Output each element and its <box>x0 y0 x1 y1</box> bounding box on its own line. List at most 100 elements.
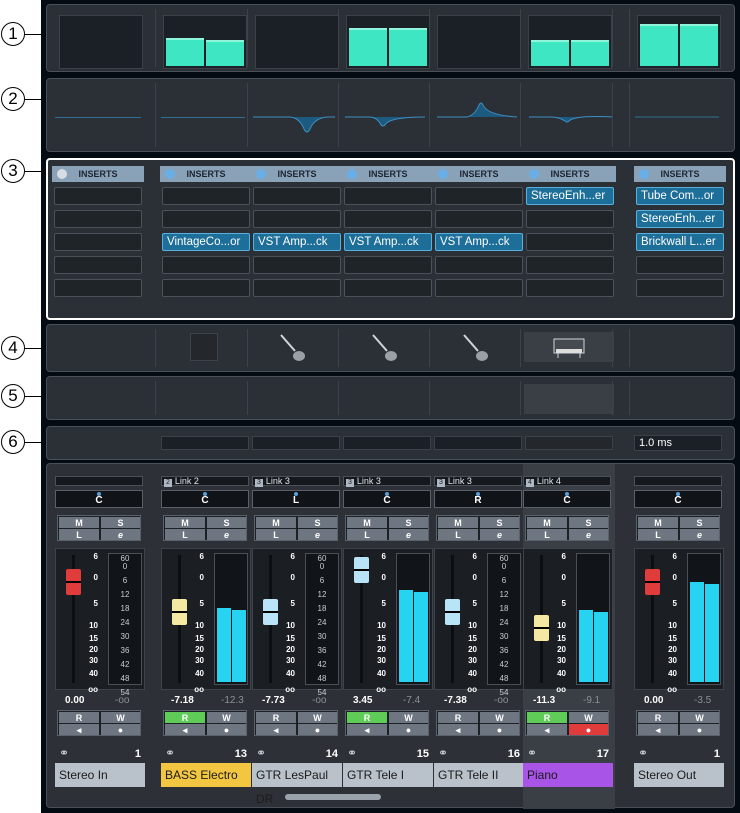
insert-plugin-slot[interactable]: StereoEnh...er <box>526 187 614 205</box>
mute-button[interactable]: M <box>256 517 296 528</box>
inserts-bypass-icon[interactable] <box>639 169 649 179</box>
insert-empty-slot[interactable] <box>344 279 432 297</box>
read-automation-button[interactable]: R <box>256 712 296 723</box>
insert-plugin-slot[interactable]: VST Amp...ck <box>253 233 341 251</box>
listen-button[interactable]: L <box>347 529 387 540</box>
read-automation-button[interactable]: R <box>59 712 99 723</box>
record-enable-button[interactable]: ● <box>569 724 608 735</box>
inserts-header[interactable]: INSERTS <box>251 166 343 182</box>
inserts-bypass-icon[interactable] <box>347 169 357 179</box>
record-enable-button[interactable]: ● <box>298 724 337 735</box>
channel-name[interactable]: Stereo In <box>55 763 145 787</box>
inserts-header[interactable]: INSERTS <box>433 166 525 182</box>
link-group-bar[interactable]: 3 Link 3 <box>343 476 431 487</box>
record-enable-button[interactable]: ● <box>480 724 519 735</box>
insert-plugin-slot[interactable]: VST Amp...ck <box>344 233 432 251</box>
inserts-bypass-icon[interactable] <box>256 169 266 179</box>
solo-button[interactable]: S <box>680 517 719 528</box>
volume-value[interactable]: 3.45 <box>353 695 372 706</box>
link-group-bar[interactable]: 3 Link 3 <box>252 476 340 487</box>
peak-value[interactable]: -7.4 <box>403 695 420 706</box>
insert-plugin-slot[interactable]: Brickwall L...er <box>636 233 724 251</box>
edit-channel-button[interactable]: e <box>298 529 337 540</box>
volume-value[interactable]: -7.38 <box>444 695 467 706</box>
insert-empty-slot[interactable] <box>435 279 523 297</box>
write-automation-button[interactable]: W <box>101 712 140 723</box>
insert-empty-slot[interactable] <box>54 256 142 274</box>
mute-button[interactable]: M <box>527 517 567 528</box>
mute-button[interactable]: M <box>347 517 387 528</box>
edit-channel-button[interactable]: e <box>207 529 246 540</box>
volume-value[interactable]: 0.00 <box>644 695 663 706</box>
link-group-bar[interactable]: 4 Link 4 <box>523 476 611 487</box>
monitor-button[interactable]: ◂ <box>438 724 478 735</box>
read-automation-button[interactable]: R <box>527 712 567 723</box>
link-group-bar[interactable] <box>634 476 722 486</box>
inserts-bypass-icon[interactable] <box>57 169 67 179</box>
pan-control[interactable]: C <box>343 490 431 508</box>
solo-button[interactable]: S <box>569 517 608 528</box>
write-automation-button[interactable]: W <box>569 712 608 723</box>
mute-button[interactable]: M <box>638 517 678 528</box>
listen-button[interactable]: L <box>165 529 205 540</box>
channel-name[interactable]: Stereo Out <box>634 763 724 787</box>
insert-empty-slot[interactable] <box>162 279 250 297</box>
read-automation-button[interactable]: R <box>638 712 678 723</box>
insert-empty-slot[interactable] <box>526 233 614 251</box>
insert-empty-slot[interactable] <box>526 210 614 228</box>
pan-control[interactable]: C <box>161 490 249 508</box>
insert-empty-slot[interactable] <box>162 210 250 228</box>
insert-plugin-slot[interactable]: StereoEnh...er <box>636 210 724 228</box>
insert-empty-slot[interactable] <box>253 256 341 274</box>
read-automation-button[interactable]: R <box>438 712 478 723</box>
solo-button[interactable]: S <box>101 517 140 528</box>
volume-fader-handle[interactable] <box>645 569 660 595</box>
read-automation-button[interactable]: R <box>165 712 205 723</box>
solo-button[interactable]: S <box>207 517 246 528</box>
write-automation-button[interactable]: W <box>480 712 519 723</box>
monitor-button[interactable]: ◂ <box>527 724 567 735</box>
insert-empty-slot[interactable] <box>435 187 523 205</box>
listen-button[interactable]: L <box>256 529 296 540</box>
pan-control[interactable]: C <box>523 490 611 508</box>
mute-button[interactable]: M <box>165 517 205 528</box>
channel-name[interactable]: GTR Tele II <box>434 763 524 787</box>
link-group-bar[interactable]: 3 Link 3 <box>434 476 522 487</box>
record-enable-button[interactable]: ● <box>101 724 140 735</box>
volume-value[interactable]: -11.3 <box>533 695 555 706</box>
solo-button[interactable]: S <box>480 517 519 528</box>
monitor-button[interactable]: ◂ <box>59 724 99 735</box>
insert-empty-slot[interactable] <box>54 233 142 251</box>
pan-control[interactable]: L <box>252 490 340 508</box>
inserts-bypass-icon[interactable] <box>165 169 175 179</box>
volume-value[interactable]: -7.18 <box>171 695 194 706</box>
insert-empty-slot[interactable] <box>344 210 432 228</box>
channel-name[interactable]: GTR LesPaul DR <box>252 763 342 806</box>
monitor-button[interactable]: ◂ <box>165 724 205 735</box>
picture-placeholder[interactable] <box>190 333 218 361</box>
peak-value[interactable]: -3.5 <box>694 695 711 706</box>
write-automation-button[interactable]: W <box>207 712 246 723</box>
edit-channel-button[interactable]: e <box>101 529 140 540</box>
inserts-bypass-icon[interactable] <box>529 169 539 179</box>
pan-control[interactable]: C <box>55 490 143 508</box>
insert-plugin-slot[interactable]: VintageCo...or <box>162 233 250 251</box>
inserts-header[interactable]: INSERTS <box>634 166 726 182</box>
edit-channel-button[interactable]: e <box>680 529 719 540</box>
volume-fader-handle[interactable] <box>263 599 278 625</box>
monitor-button[interactable]: ◂ <box>256 724 296 735</box>
insert-empty-slot[interactable] <box>162 256 250 274</box>
insert-empty-slot[interactable] <box>435 256 523 274</box>
peak-value[interactable]: -oo <box>115 695 129 706</box>
record-enable-button[interactable]: ● <box>389 724 428 735</box>
peak-value[interactable]: -oo <box>494 695 508 706</box>
edit-channel-button[interactable]: e <box>389 529 428 540</box>
insert-empty-slot[interactable] <box>54 210 142 228</box>
insert-empty-slot[interactable] <box>54 279 142 297</box>
solo-button[interactable]: S <box>298 517 337 528</box>
record-enable-button[interactable]: ● <box>207 724 246 735</box>
solo-button[interactable]: S <box>389 517 428 528</box>
monitor-button[interactable]: ◂ <box>638 724 678 735</box>
insert-empty-slot[interactable] <box>636 256 724 274</box>
write-automation-button[interactable]: W <box>298 712 337 723</box>
